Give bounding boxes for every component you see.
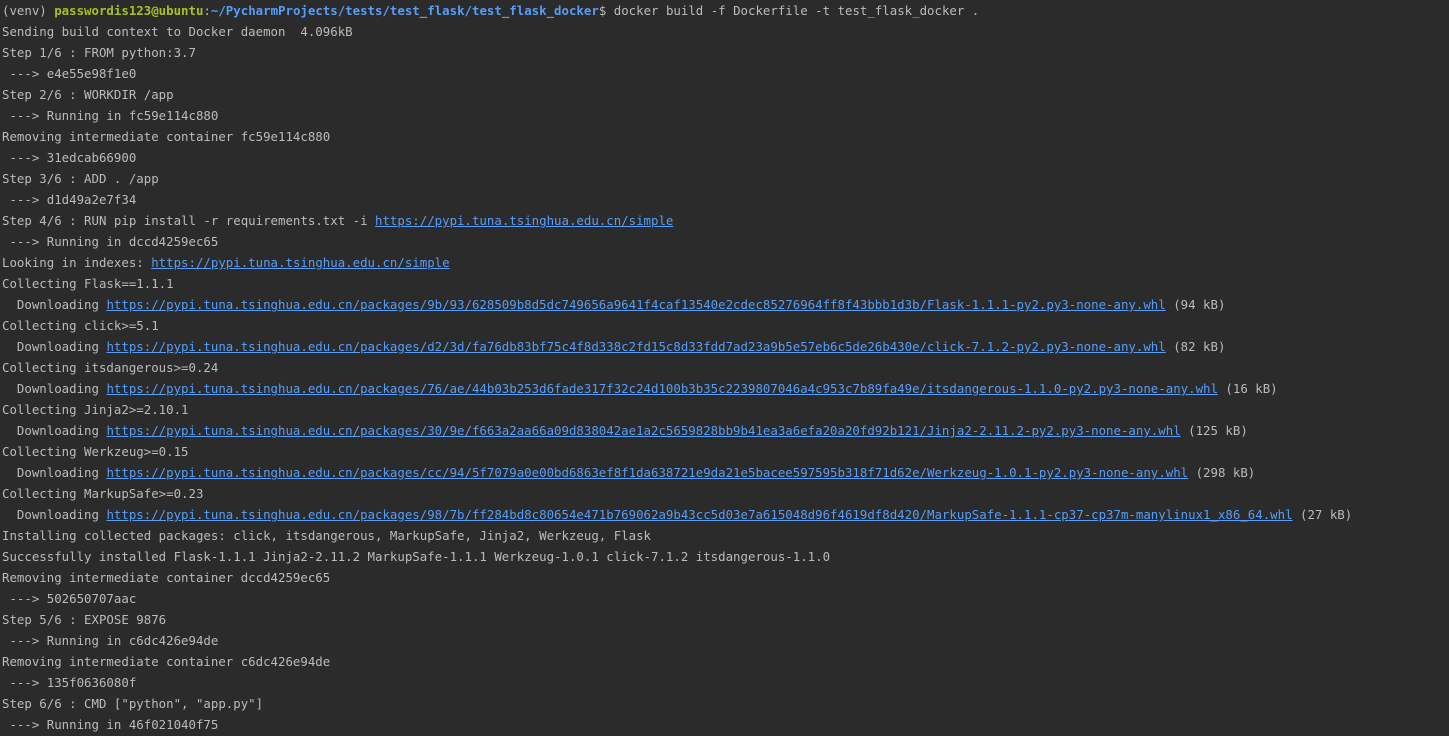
- output-line: Removing intermediate container dccd4259…: [2, 567, 1449, 588]
- output-line: Downloading https://pypi.tuna.tsinghua.e…: [2, 462, 1449, 483]
- download-size: (82 kB): [1165, 339, 1226, 354]
- output-text: Downloading: [2, 465, 107, 480]
- output-text: Removing intermediate container c6dc426e…: [2, 654, 331, 669]
- output-text: Installing collected packages: click, it…: [2, 528, 652, 543]
- output-line: Step 5/6 : EXPOSE 9876: [2, 609, 1449, 630]
- output-line: Step 2/6 : WORKDIR /app: [2, 84, 1449, 105]
- download-size: (298 kB): [1188, 465, 1256, 480]
- output-line: ---> Running in 46f021040f75: [2, 714, 1449, 735]
- download-size: (27 kB): [1292, 507, 1353, 522]
- output-line: Installing collected packages: click, it…: [2, 525, 1449, 546]
- output-text: Sending build context to Docker daemon 4…: [2, 24, 353, 39]
- output-text: Downloading: [2, 381, 107, 396]
- output-text: Successfully installed Flask-1.1.1 Jinja…: [2, 549, 831, 564]
- output-text: ---> Running in dccd4259ec65: [2, 234, 219, 249]
- prompt-path: ~/PycharmProjects/tests/test_flask/test_…: [210, 3, 599, 18]
- prompt-user-host: passwordis123@ubuntu: [54, 3, 204, 18]
- output-text: Step 6/6 : CMD ["python", "app.py"]: [2, 696, 264, 711]
- output-link[interactable]: https://pypi.tuna.tsinghua.edu.cn/packag…: [106, 339, 1165, 354]
- output-text: Collecting Flask==1.1.1: [2, 276, 174, 291]
- output-text: Downloading: [2, 339, 107, 354]
- output-line: Downloading https://pypi.tuna.tsinghua.e…: [2, 420, 1449, 441]
- output-text: Removing intermediate container dccd4259…: [2, 570, 331, 585]
- output-line: Collecting itsdangerous>=0.24: [2, 357, 1449, 378]
- output-line: Downloading https://pypi.tuna.tsinghua.e…: [2, 294, 1449, 315]
- output-line: Looking in indexes: https://pypi.tuna.ts…: [2, 252, 1449, 273]
- output-text: ---> Running in c6dc426e94de: [2, 633, 219, 648]
- output-line: Removing intermediate container c6dc426e…: [2, 651, 1449, 672]
- output-line: ---> 135f0636080f: [2, 672, 1449, 693]
- download-size: (94 kB): [1165, 297, 1226, 312]
- output-line: Removing intermediate container fc59e114…: [2, 126, 1449, 147]
- output-link[interactable]: https://pypi.tuna.tsinghua.edu.cn/packag…: [106, 465, 1188, 480]
- output-line: ---> e4e55e98f1e0: [2, 63, 1449, 84]
- output-text: ---> d1d49a2e7f34: [2, 192, 137, 207]
- output-line: Step 1/6 : FROM python:3.7: [2, 42, 1449, 63]
- output-line: Collecting Werkzeug>=0.15: [2, 441, 1449, 462]
- output-text: Downloading: [2, 507, 107, 522]
- output-link[interactable]: https://pypi.tuna.tsinghua.edu.cn/packag…: [106, 297, 1165, 312]
- output-line: Collecting click>=5.1: [2, 315, 1449, 336]
- output-text: Step 4/6 : RUN pip install -r requiremen…: [2, 213, 375, 228]
- output-text: Collecting Werkzeug>=0.15: [2, 444, 189, 459]
- download-size: (125 kB): [1180, 423, 1248, 438]
- output-line: Downloading https://pypi.tuna.tsinghua.e…: [2, 378, 1449, 399]
- output-line: Collecting Jinja2>=2.10.1: [2, 399, 1449, 420]
- download-size: (16 kB): [1217, 381, 1278, 396]
- output-text: ---> e4e55e98f1e0: [2, 66, 137, 81]
- output-text: Collecting MarkupSafe>=0.23: [2, 486, 204, 501]
- output-line: ---> Running in dccd4259ec65: [2, 231, 1449, 252]
- output-link[interactable]: https://pypi.tuna.tsinghua.edu.cn/packag…: [106, 381, 1218, 396]
- venv-label: (venv): [2, 3, 55, 18]
- output-text: ---> Running in fc59e114c880: [2, 108, 219, 123]
- output-text: Step 1/6 : FROM python:3.7: [2, 45, 196, 60]
- output-link[interactable]: https://pypi.tuna.tsinghua.edu.cn/simple: [151, 255, 449, 270]
- output-text: Step 5/6 : EXPOSE 9876: [2, 612, 167, 627]
- output-line: Collecting Flask==1.1.1: [2, 273, 1449, 294]
- output-text: Collecting itsdangerous>=0.24: [2, 360, 219, 375]
- output-text: Step 3/6 : ADD . /app: [2, 171, 159, 186]
- output-line: ---> Running in c6dc426e94de: [2, 630, 1449, 651]
- output-line: ---> 502650707aac: [2, 588, 1449, 609]
- terminal-window[interactable]: (venv) passwordis123@ubuntu:~/PycharmPro…: [0, 0, 1449, 736]
- output-line: Step 4/6 : RUN pip install -r requiremen…: [2, 210, 1449, 231]
- output-text: Step 2/6 : WORKDIR /app: [2, 87, 174, 102]
- output-text: ---> 502650707aac: [2, 591, 137, 606]
- output-link[interactable]: https://pypi.tuna.tsinghua.edu.cn/simple: [375, 213, 673, 228]
- output-line: ---> Running in fc59e114c880: [2, 105, 1449, 126]
- output-text: Removing intermediate container fc59e114…: [2, 129, 331, 144]
- output-line: ---> 31edcab66900: [2, 147, 1449, 168]
- output-line: Successfully installed Flask-1.1.1 Jinja…: [2, 546, 1449, 567]
- output-line: Step 3/6 : ADD . /app: [2, 168, 1449, 189]
- output-text: ---> 31edcab66900: [2, 150, 137, 165]
- output-text: ---> Running in 46f021040f75: [2, 717, 219, 732]
- output-line: ---> d1d49a2e7f34: [2, 189, 1449, 210]
- output-text: Looking in indexes:: [2, 255, 152, 270]
- output-link[interactable]: https://pypi.tuna.tsinghua.edu.cn/packag…: [106, 507, 1292, 522]
- prompt-line: (venv) passwordis123@ubuntu:~/PycharmPro…: [2, 0, 1449, 21]
- output-line: Sending build context to Docker daemon 4…: [2, 21, 1449, 42]
- output-line: Collecting MarkupSafe>=0.23: [2, 483, 1449, 504]
- prompt-separator: :: [203, 3, 211, 18]
- output-text: Downloading: [2, 297, 107, 312]
- output-line: Step 6/6 : CMD ["python", "app.py"]: [2, 693, 1449, 714]
- output-text: Collecting Jinja2>=2.10.1: [2, 402, 189, 417]
- prompt-command: $ docker build -f Dockerfile -t test_fla…: [598, 3, 980, 18]
- terminal-output: Sending build context to Docker daemon 4…: [2, 21, 1449, 735]
- output-line: Downloading https://pypi.tuna.tsinghua.e…: [2, 336, 1449, 357]
- output-text: ---> 135f0636080f: [2, 675, 137, 690]
- output-line: Downloading https://pypi.tuna.tsinghua.e…: [2, 504, 1449, 525]
- output-link[interactable]: https://pypi.tuna.tsinghua.edu.cn/packag…: [106, 423, 1180, 438]
- output-text: Downloading: [2, 423, 107, 438]
- output-text: Collecting click>=5.1: [2, 318, 159, 333]
